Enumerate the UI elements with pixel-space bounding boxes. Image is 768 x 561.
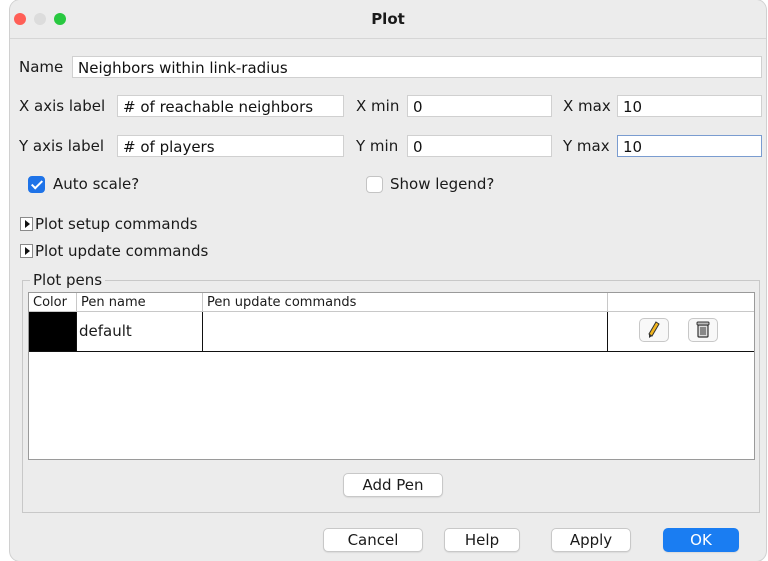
- x-max-field[interactable]: 10: [617, 95, 762, 117]
- y-axis-label: Y axis label: [19, 137, 105, 155]
- x-axis-label-field[interactable]: # of reachable neighbors: [117, 95, 344, 117]
- edit-pen-button[interactable]: [639, 318, 669, 342]
- ok-button[interactable]: OK: [663, 528, 739, 552]
- title-bar: Plot: [10, 0, 766, 39]
- x-min-label: X min: [356, 97, 400, 115]
- expand-setup-icon[interactable]: [20, 217, 33, 231]
- column-header-pen-name[interactable]: Pen name: [77, 293, 203, 312]
- y-axis-label-field[interactable]: # of players: [117, 135, 344, 157]
- x-axis-label: X axis label: [19, 97, 106, 115]
- auto-scale-label: Auto scale?: [53, 175, 140, 193]
- column-header-actions: [608, 293, 754, 312]
- table-row[interactable]: default: [29, 312, 754, 352]
- expand-update-icon[interactable]: [20, 244, 33, 258]
- help-button[interactable]: Help: [444, 528, 520, 552]
- delete-pen-button[interactable]: [688, 318, 718, 342]
- cancel-button[interactable]: Cancel: [323, 528, 423, 552]
- y-min-field[interactable]: 0: [407, 135, 552, 157]
- name-field[interactable]: Neighbors within link-radius: [72, 56, 762, 78]
- pen-color-swatch[interactable]: [29, 312, 77, 351]
- y-min-label: Y min: [356, 137, 399, 155]
- window-title: Plot: [371, 10, 405, 28]
- pen-actions-cell: [608, 312, 754, 351]
- show-legend-label: Show legend?: [390, 175, 495, 193]
- x-max-label: X max: [563, 97, 611, 115]
- plot-setup-commands-toggle[interactable]: Plot setup commands: [35, 213, 197, 235]
- auto-scale-checkbox[interactable]: [28, 176, 45, 193]
- add-pen-button[interactable]: Add Pen: [343, 473, 443, 497]
- column-header-color[interactable]: Color: [29, 293, 77, 312]
- apply-button[interactable]: Apply: [551, 528, 631, 552]
- plot-pens-title: Plot pens: [30, 270, 106, 290]
- x-min-field[interactable]: 0: [407, 95, 552, 117]
- trash-icon: [696, 321, 710, 338]
- column-header-update-commands[interactable]: Pen update commands: [203, 293, 608, 312]
- plot-dialog: Plot Name Neighbors within link-radius X…: [10, 0, 766, 561]
- pencil-icon: [648, 321, 660, 338]
- show-legend-checkbox[interactable]: [366, 176, 383, 193]
- y-max-label: Y max: [563, 137, 610, 155]
- y-max-field[interactable]: 10: [617, 135, 762, 157]
- plot-update-commands-toggle[interactable]: Plot update commands: [35, 240, 208, 262]
- pen-name-cell[interactable]: default: [77, 312, 203, 351]
- name-label: Name: [19, 58, 64, 76]
- pens-table: Color Pen name Pen update commands defau…: [28, 292, 755, 460]
- pen-update-cell[interactable]: [203, 312, 608, 351]
